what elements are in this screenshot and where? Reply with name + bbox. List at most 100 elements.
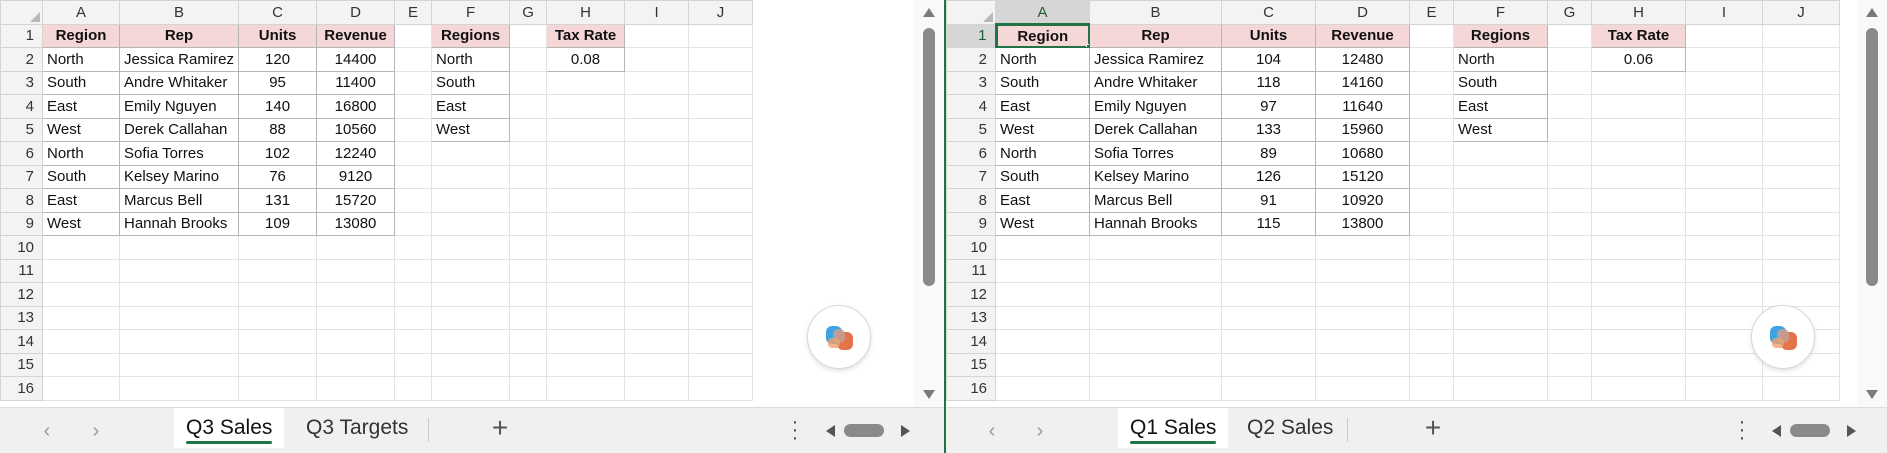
cell[interactable] xyxy=(1547,305,1592,330)
cell[interactable] xyxy=(688,376,754,401)
cell[interactable] xyxy=(1409,141,1454,166)
cell[interactable] xyxy=(1221,282,1316,307)
cell[interactable] xyxy=(1591,305,1686,330)
cell[interactable] xyxy=(1591,117,1686,142)
cell[interactable] xyxy=(624,141,690,166)
cell[interactable] xyxy=(995,352,1090,377)
col-header-e[interactable]: E xyxy=(394,0,433,25)
cell[interactable] xyxy=(624,70,690,95)
cell[interactable] xyxy=(546,188,626,213)
cell[interactable] xyxy=(1547,352,1592,377)
cell[interactable] xyxy=(1089,329,1222,354)
row-header[interactable]: 12 xyxy=(946,282,996,307)
cell[interactable] xyxy=(995,282,1090,307)
cell-revenue[interactable]: 15120 xyxy=(1315,164,1410,189)
cell[interactable] xyxy=(431,305,511,330)
cell[interactable] xyxy=(1762,141,1840,166)
cell[interactable] xyxy=(546,94,626,119)
cell[interactable] xyxy=(1591,258,1686,283)
cell-region[interactable]: West xyxy=(995,211,1090,236)
row-header[interactable]: 10 xyxy=(946,235,996,260)
row-header[interactable]: 11 xyxy=(946,258,996,283)
cell[interactable] xyxy=(509,117,548,142)
col-header-g[interactable]: G xyxy=(1547,0,1592,25)
scroll-up-icon[interactable] xyxy=(1866,8,1878,17)
cell[interactable] xyxy=(1453,305,1548,330)
cell[interactable] xyxy=(509,141,548,166)
cell-revenue[interactable]: 9120 xyxy=(316,164,396,189)
cell[interactable] xyxy=(118,329,240,354)
row-header[interactable]: 3 xyxy=(0,70,43,95)
col-header-g[interactable]: G xyxy=(509,0,548,25)
cell[interactable] xyxy=(394,376,433,401)
cell-units[interactable]: 97 xyxy=(1221,94,1316,119)
col-header-d[interactable]: D xyxy=(316,0,396,25)
cell-rep[interactable]: Emily Nguyen xyxy=(1089,94,1222,119)
cell[interactable] xyxy=(1409,352,1454,377)
cell[interactable] xyxy=(1547,164,1592,189)
cell[interactable] xyxy=(316,376,396,401)
cell[interactable] xyxy=(1453,188,1548,213)
cell-units[interactable]: 133 xyxy=(1221,117,1316,142)
cell[interactable] xyxy=(1591,352,1686,377)
cell[interactable] xyxy=(1547,141,1592,166)
cell[interactable] xyxy=(1547,188,1592,213)
col-header-b[interactable]: B xyxy=(1089,0,1222,25)
cell-header-regions[interactable]: Regions xyxy=(1453,23,1548,48)
row-header[interactable]: 5 xyxy=(0,117,43,142)
cell[interactable] xyxy=(509,329,548,354)
cell-region[interactable]: East xyxy=(42,94,120,119)
cell-region[interactable]: East xyxy=(995,94,1090,119)
cell-region[interactable]: East xyxy=(995,188,1090,213)
cell[interactable] xyxy=(1089,282,1222,307)
cell-region[interactable]: West xyxy=(42,117,120,142)
cell[interactable] xyxy=(995,305,1090,330)
cell[interactable] xyxy=(394,94,433,119)
cell[interactable] xyxy=(688,235,754,260)
col-header-d[interactable]: D xyxy=(1315,0,1410,25)
cell[interactable] xyxy=(624,282,690,307)
cell[interactable] xyxy=(42,235,120,260)
cell-regions-item[interactable]: North xyxy=(431,47,511,72)
cell-region[interactable]: North xyxy=(42,47,120,72)
cell-units[interactable]: 109 xyxy=(238,211,318,236)
cell-rep[interactable]: Jessica Ramirez xyxy=(118,47,240,72)
cell[interactable] xyxy=(394,70,433,95)
cell[interactable] xyxy=(431,258,511,283)
cell[interactable] xyxy=(1315,376,1410,401)
cell[interactable] xyxy=(1453,164,1548,189)
cell[interactable] xyxy=(1409,70,1454,95)
cell[interactable] xyxy=(509,188,548,213)
row-header[interactable]: 13 xyxy=(946,305,996,330)
cell-region[interactable]: South xyxy=(42,164,120,189)
cell-region[interactable]: North xyxy=(995,141,1090,166)
cell[interactable] xyxy=(995,235,1090,260)
cell-units[interactable]: 118 xyxy=(1221,70,1316,95)
cell[interactable] xyxy=(546,117,626,142)
row-header[interactable]: 6 xyxy=(946,141,996,166)
cell-units[interactable]: 104 xyxy=(1221,47,1316,72)
cell-rep[interactable]: Hannah Brooks xyxy=(1089,211,1222,236)
col-header-f[interactable]: F xyxy=(431,0,511,25)
cell[interactable] xyxy=(1547,70,1592,95)
cell[interactable] xyxy=(42,352,120,377)
row-header[interactable]: 5 xyxy=(946,117,996,142)
cell-regions-item[interactable]: East xyxy=(1453,94,1548,119)
scroll-left-icon[interactable] xyxy=(826,425,835,437)
cell[interactable] xyxy=(316,235,396,260)
scroll-right-icon[interactable] xyxy=(1847,425,1856,437)
cell[interactable] xyxy=(1453,352,1548,377)
cell-revenue[interactable]: 13800 xyxy=(1315,211,1410,236)
cell-header-regions[interactable]: Regions xyxy=(431,23,511,48)
horizontal-scrollbar[interactable] xyxy=(820,408,916,453)
cell-rep[interactable]: Kelsey Marino xyxy=(1089,164,1222,189)
row-header[interactable]: 7 xyxy=(946,164,996,189)
cell-regions-item[interactable]: North xyxy=(1453,47,1548,72)
col-header-j[interactable]: J xyxy=(688,0,754,25)
select-all-corner[interactable] xyxy=(0,0,43,25)
cell[interactable] xyxy=(316,258,396,283)
col-header-b[interactable]: B xyxy=(118,0,240,25)
cell[interactable] xyxy=(1315,352,1410,377)
cell[interactable] xyxy=(1591,329,1686,354)
cell[interactable] xyxy=(1453,258,1548,283)
